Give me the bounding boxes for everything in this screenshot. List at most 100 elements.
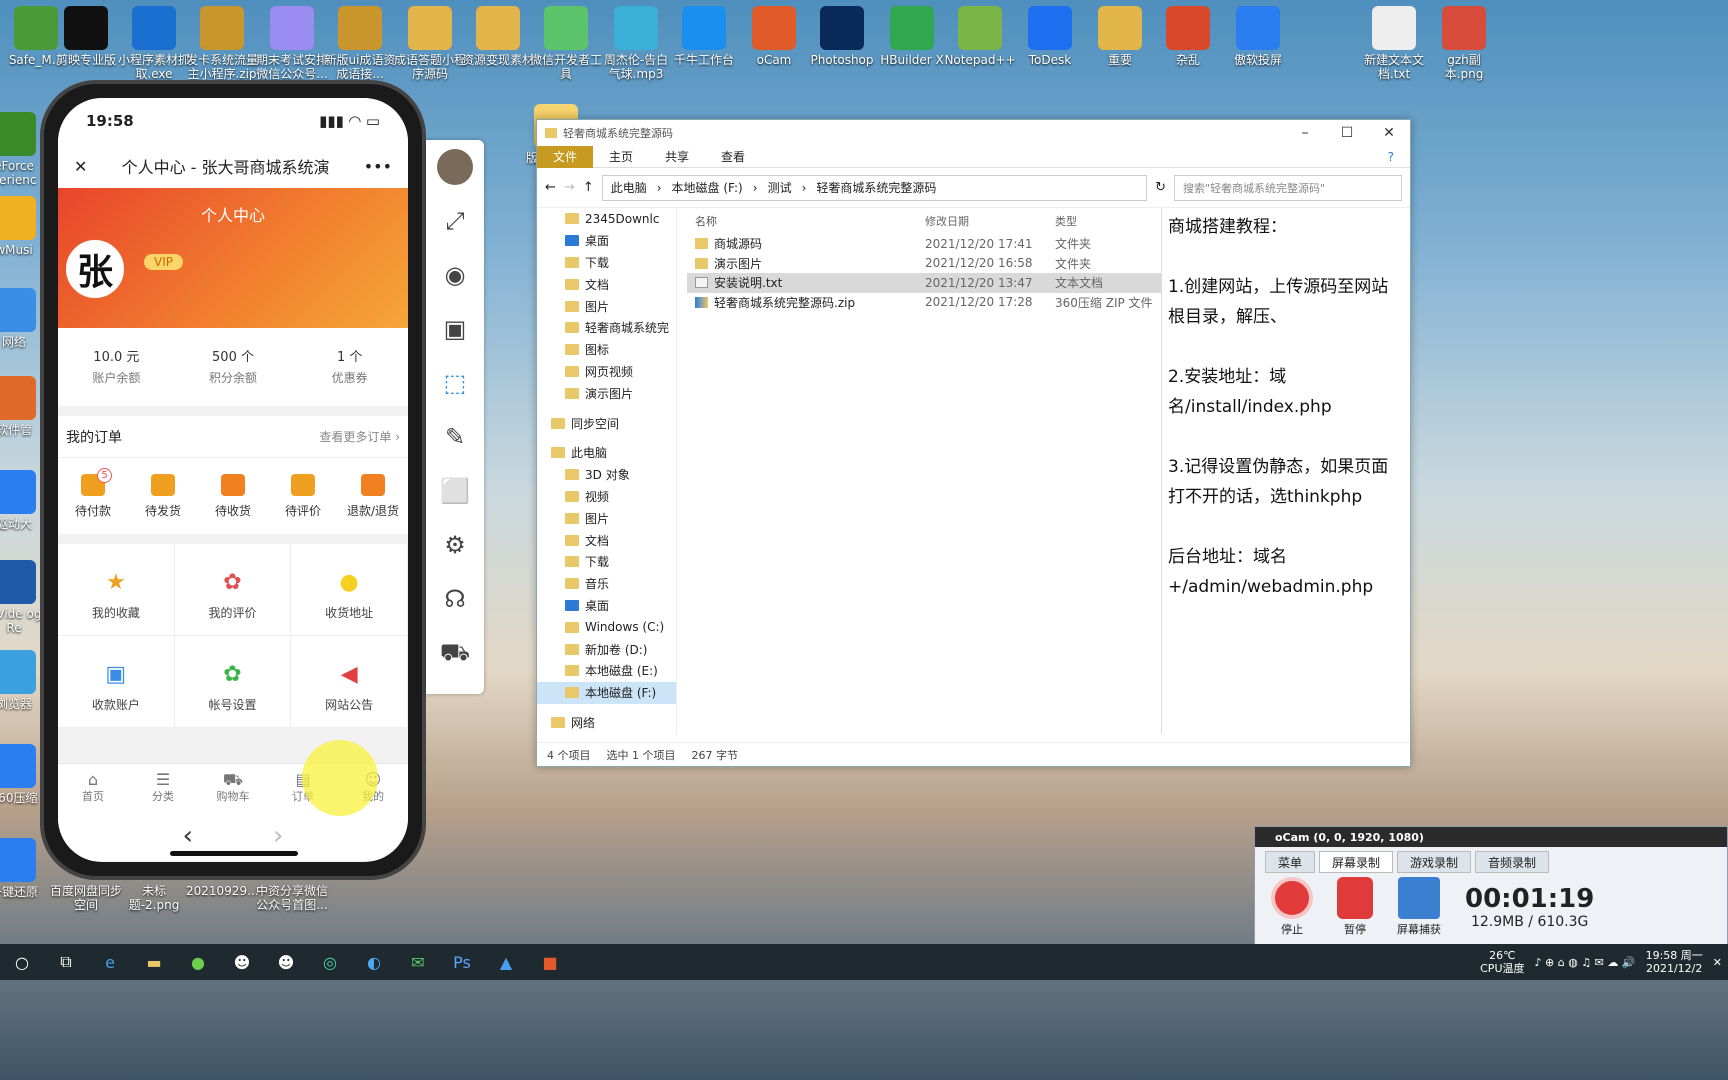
refresh-icon[interactable]: ↻	[1155, 180, 1166, 195]
browser-icon[interactable]: ●	[176, 944, 220, 980]
nav-item[interactable]: 图标	[537, 339, 676, 361]
camera-icon[interactable]: ◉	[426, 248, 484, 302]
pointer-icon[interactable]: ⬚	[426, 356, 484, 410]
tab-file[interactable]: 文件	[537, 145, 594, 168]
order-status-item[interactable]: 待评价	[268, 473, 338, 519]
ocam-icon[interactable]: ■	[528, 944, 572, 980]
desktop-icon[interactable]: Notepad++	[944, 6, 1016, 67]
nav-item[interactable]: 本地磁盘 (E:)	[537, 660, 676, 682]
maximize-button[interactable]: ☐	[1326, 125, 1368, 141]
file-row[interactable]: 商城源码 2021/12/20 17:41 文件夹	[687, 234, 1162, 254]
desktop-icon[interactable]: Photoshop	[806, 6, 878, 67]
search-input[interactable]: 搜索"轻奢商城系统完整源码"	[1174, 174, 1402, 201]
minimize-button[interactable]: –	[1284, 125, 1326, 141]
pause-button[interactable]: 暂停	[1337, 877, 1373, 937]
qq-icon[interactable]: ☻	[220, 944, 264, 980]
ocam-tab-audio[interactable]: 音频录制	[1475, 851, 1550, 873]
more-icon[interactable]: •••	[364, 157, 392, 176]
nav-item[interactable]: 轻奢商城系统完	[537, 317, 676, 339]
ocam-tab-menu[interactable]: 菜单	[1265, 851, 1316, 873]
nav-item[interactable]: 图片	[537, 507, 676, 529]
file-row[interactable]: 演示图片 2021/12/20 16:58 文件夹	[687, 254, 1162, 274]
path-segment[interactable]: 本地磁盘 (F:)	[672, 179, 743, 196]
nav-item[interactable]: 文档	[537, 273, 676, 295]
nav-item[interactable]: 桌面	[537, 595, 676, 617]
service-item[interactable]: ▣ 收款账户	[58, 636, 175, 728]
nav-item[interactable]: 视频	[537, 486, 676, 508]
desktop-icon[interactable]: 20210929...	[186, 884, 259, 898]
desktop-icon[interactable]: 周杰伦-告白气球.mp3	[600, 6, 672, 81]
order-status-item[interactable]: 待发货	[128, 473, 198, 519]
back-arrow-icon[interactable]: ←	[545, 180, 556, 195]
headset-icon[interactable]: ☊	[426, 572, 484, 626]
ocam-tab-game[interactable]: 游戏录制	[1397, 851, 1472, 873]
aoruan-icon[interactable]: ▲	[484, 944, 528, 980]
ocam-tab-screen[interactable]: 屏幕录制	[1319, 851, 1394, 873]
app-icon[interactable]: ◎	[308, 944, 352, 980]
nav-item[interactable]: 网页视频	[537, 361, 676, 383]
nav-item[interactable]: 此电脑	[537, 442, 676, 464]
nav-item[interactable]: 2345Downlc	[537, 208, 676, 230]
edge-icon[interactable]: e	[88, 944, 132, 980]
desktop-icon[interactable]: 一键还原	[0, 838, 50, 899]
order-status-item[interactable]: 待收货	[198, 473, 268, 519]
desktop-icon[interactable]: 新建文本文档.txt	[1358, 6, 1430, 81]
settings-icon[interactable]: ⚙	[426, 518, 484, 572]
order-status-item[interactable]: 5 待付款	[58, 467, 128, 519]
back-button[interactable]: ‹	[183, 821, 193, 851]
forward-button[interactable]: ›	[273, 821, 283, 851]
column-name[interactable]: 名称	[687, 213, 925, 229]
path-segment[interactable]: 轻奢商城系统完整源码	[816, 179, 936, 196]
nav-item[interactable]: 音乐	[537, 573, 676, 595]
order-status-item[interactable]: 退款/退货	[338, 473, 408, 519]
service-item[interactable]: ✿ 我的评价	[174, 544, 292, 636]
desktop-icon[interactable]: 重要	[1084, 6, 1156, 67]
service-item[interactable]: ● 收货地址	[291, 544, 408, 636]
select-icon[interactable]: ⬜	[426, 464, 484, 518]
desktop-icon[interactable]: 剪映专业版	[50, 6, 122, 67]
desktop-icon[interactable]: HBuilder X	[876, 6, 948, 67]
desktop-icon[interactable]: 中资分享微信公众号首图...	[256, 884, 328, 912]
nav-item[interactable]: Windows (C:)	[537, 616, 676, 638]
desktop-icon[interactable]: 新版ui成语资成语接...	[324, 6, 396, 81]
nav-item[interactable]: 下载	[537, 252, 676, 274]
explorer-icon[interactable]: ▬	[132, 944, 176, 980]
qq2-icon[interactable]: ☻	[264, 944, 308, 980]
desktop-icon[interactable]: 发卡系统流量主小程序.zip	[186, 6, 258, 81]
stop-button[interactable]: 停止	[1271, 877, 1313, 937]
service-item[interactable]: ✿ 帐号设置	[174, 636, 292, 728]
up-arrow-icon[interactable]: ↑	[583, 180, 594, 195]
desktop-icon[interactable]: 小程序素材抓取.exe	[118, 6, 190, 81]
user-avatar-icon[interactable]	[426, 140, 484, 194]
clock[interactable]: 19:58 周一 2021/12/2	[1646, 949, 1703, 975]
photoshop-icon[interactable]: Ps	[440, 944, 484, 980]
desktop-icon[interactable]: gzh副本.png	[1428, 6, 1500, 81]
tab-view[interactable]: 查看	[705, 148, 761, 165]
file-row[interactable]: 安装说明.txt 2021/12/20 13:47 文本文档	[687, 273, 1162, 293]
cart-icon[interactable]: ⛟	[426, 626, 484, 680]
desktop-icon[interactable]: 微信开发者工具	[530, 6, 602, 81]
nav-item[interactable]: 下载	[537, 551, 676, 573]
tab-item[interactable]: ⌂ 首页	[58, 764, 128, 811]
nav-item[interactable]: 本地磁盘 (F:)	[537, 681, 676, 704]
column-type[interactable]: 类型	[1055, 213, 1155, 229]
desktop-icon[interactable]: oCam	[738, 6, 810, 67]
nav-item[interactable]: 网络	[537, 712, 676, 734]
desktop-icon[interactable]: 千牛工作台	[668, 6, 740, 67]
path-segment[interactable]: 测试	[768, 179, 792, 196]
column-date[interactable]: 修改日期	[925, 213, 1055, 229]
tab-home[interactable]: 主页	[593, 148, 649, 165]
nav-item[interactable]: 演示图片	[537, 382, 676, 404]
help-icon[interactable]: ?	[1372, 150, 1410, 164]
stat-points[interactable]: 500 个积分余额	[175, 328, 292, 406]
avatar[interactable]: 张	[66, 240, 124, 298]
desktop-icon[interactable]: 傲软投屏	[1222, 6, 1294, 67]
tab-item[interactable]: ⛟ 购物车	[198, 764, 268, 811]
nav-item[interactable]: 文档	[537, 529, 676, 551]
desktop-icon[interactable]: 成语答题小程序源码	[394, 6, 466, 81]
service-item[interactable]: ★ 我的收藏	[58, 544, 175, 636]
desktop-icon[interactable]: 期末考试安排微信公众号...	[256, 6, 328, 81]
tray-icons[interactable]: ♪ ⊕ ⌂ ◍ ♫ ✉ ☁ 🔊	[1535, 956, 1636, 969]
fullscreen-icon[interactable]: ⤢	[426, 194, 484, 248]
desktop-icon[interactable]: 资源变现素材	[462, 6, 534, 67]
